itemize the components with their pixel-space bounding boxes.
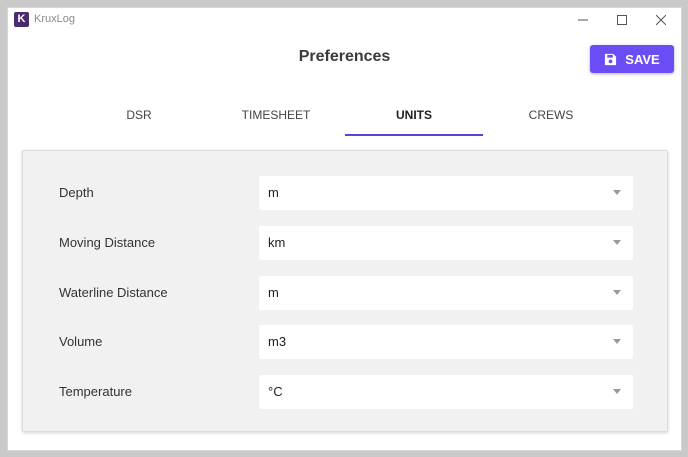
maximize-icon <box>617 15 627 25</box>
temperature-select[interactable]: °C <box>259 375 633 409</box>
volume-value: m3 <box>268 334 287 349</box>
temperature-label: Temperature <box>59 384 132 399</box>
unit-row-moving-distance: Moving Distance km <box>23 226 667 260</box>
waterline-distance-label: Waterline Distance <box>59 285 168 300</box>
minimize-button[interactable] <box>568 10 598 30</box>
floppy-disk-icon <box>605 53 617 65</box>
save-button[interactable]: SAVE <box>590 45 674 73</box>
units-panel: Depth m Moving Distance km Waterline Dis… <box>22 150 668 432</box>
preferences-tabs: DSR TIMESHEET UNITS CREWS <box>8 93 681 136</box>
depth-label: Depth <box>59 185 94 200</box>
waterline-distance-value: m <box>268 285 279 300</box>
moving-distance-value: km <box>268 235 286 250</box>
caret-down-icon <box>613 240 621 245</box>
app-window: K KruxLog Preferences SAVE DSR TIMESHEET… <box>7 7 682 451</box>
app-logo-icon: K <box>14 12 29 27</box>
minimize-icon <box>578 19 588 21</box>
tab-units[interactable]: UNITS <box>345 93 483 136</box>
moving-distance-select[interactable]: km <box>259 226 633 260</box>
temperature-value: °C <box>268 384 283 399</box>
unit-row-depth: Depth m <box>23 176 667 210</box>
title-bar: K KruxLog <box>8 8 681 32</box>
save-button-label: SAVE <box>625 51 660 67</box>
tab-dsr[interactable]: DSR <box>70 93 208 136</box>
tab-crews[interactable]: CREWS <box>482 93 620 136</box>
unit-row-volume: Volume m3 <box>23 325 667 359</box>
close-icon <box>656 15 666 25</box>
unit-row-temperature: Temperature °C <box>23 375 667 409</box>
volume-select[interactable]: m3 <box>259 325 633 359</box>
unit-row-waterline-distance: Waterline Distance m <box>23 276 667 310</box>
page-title: Preferences <box>298 48 391 65</box>
waterline-distance-select[interactable]: m <box>259 276 633 310</box>
depth-select[interactable]: m <box>259 176 633 210</box>
close-button[interactable] <box>646 10 676 30</box>
caret-down-icon <box>613 290 621 295</box>
caret-down-icon <box>613 339 621 344</box>
app-title: KruxLog <box>34 13 75 25</box>
caret-down-icon <box>613 190 621 195</box>
caret-down-icon <box>613 389 621 394</box>
tab-timesheet[interactable]: TIMESHEET <box>207 93 345 136</box>
moving-distance-label: Moving Distance <box>59 235 156 250</box>
volume-label: Volume <box>59 334 103 349</box>
maximize-button[interactable] <box>607 10 637 30</box>
depth-value: m <box>268 185 279 200</box>
